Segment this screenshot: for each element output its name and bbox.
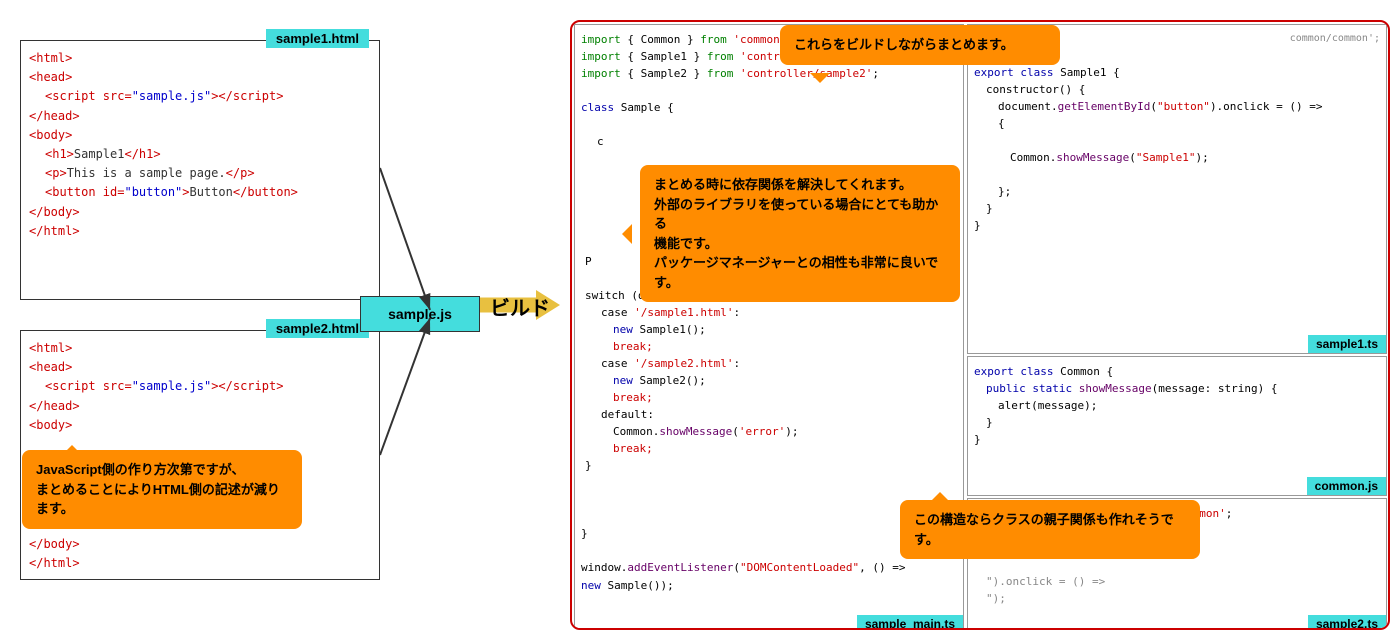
bubble-bot-right: この構造ならクラスの親子関係も作れそうです。 xyxy=(900,500,1200,559)
sample2-ts-tab: sample2.ts xyxy=(1308,615,1386,630)
bubble-mid: まとめる時に依存関係を解決してくれます。 外部のライブラリを使っている場合にとて… xyxy=(640,165,960,302)
sample1-ts-tab: sample1.ts xyxy=(1308,335,1386,353)
samplejs-box: sample.js xyxy=(360,296,480,332)
sample1-html-box: sample1.html <html> <head> <script src="… xyxy=(20,40,380,300)
sample1-html-code: <html> <head> <script src="sample.js"></… xyxy=(29,49,371,241)
samplejs-label: sample.js xyxy=(388,306,452,322)
bubble-bot-left: JavaScript側の作り方次第ですが、 まとめることによりHTML側の記述が… xyxy=(22,450,302,529)
bubble-top: これらをビルドしながらまとめます。 xyxy=(780,25,1060,65)
main-container: sample1.html <html> <head> <script src="… xyxy=(0,0,1400,639)
panel-sample1-ts: common/common'; export class Sample1 { c… xyxy=(967,24,1387,354)
sample2-html-tab: sample2.html xyxy=(266,319,369,338)
build-label: ビルド xyxy=(490,292,550,321)
common-js-code: export class Common { public static show… xyxy=(974,363,1380,448)
sample-main-tab: sample_main.ts xyxy=(857,615,963,630)
panel-common-js: export class Common { public static show… xyxy=(967,356,1387,496)
sample1-html-tab: sample1.html xyxy=(266,29,369,48)
common-js-tab: common.js xyxy=(1307,477,1386,495)
